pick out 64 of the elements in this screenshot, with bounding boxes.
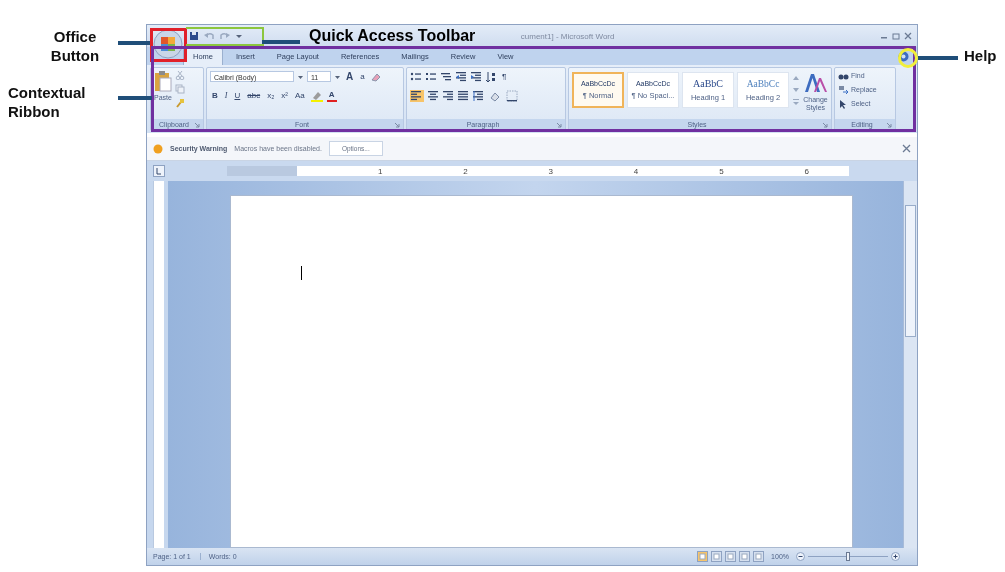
callout-label: Help (964, 46, 997, 65)
highlighter-icon[interactable] (309, 89, 324, 102)
change-styles-icon (803, 72, 828, 94)
callout-label: Contextual Ribbon (8, 83, 87, 121)
undo-icon[interactable] (203, 31, 215, 41)
align-center-icon[interactable] (427, 89, 439, 102)
vertical-scrollbar[interactable] (903, 181, 917, 548)
grow-font-button[interactable]: A (344, 70, 356, 83)
more-icon[interactable] (792, 98, 800, 106)
close-icon[interactable] (902, 144, 911, 153)
shield-icon (153, 142, 163, 155)
zoom-in-icon[interactable] (891, 552, 900, 561)
line-spacing-icon[interactable] (472, 89, 486, 102)
numbering-icon[interactable] (425, 70, 437, 83)
tab-selector-icon[interactable] (153, 165, 165, 177)
clipboard-icon (154, 70, 172, 92)
align-left-icon[interactable] (410, 89, 424, 102)
ruler-number: 1 (377, 166, 383, 176)
show-marks-button[interactable]: ¶ (500, 70, 509, 83)
save-icon[interactable] (189, 31, 199, 41)
callout-label: Office Button (49, 27, 101, 65)
restore-icon[interactable] (891, 31, 901, 41)
scroll-down-icon[interactable] (792, 86, 800, 94)
ruler-number: 4 (633, 166, 639, 176)
launcher-icon[interactable] (394, 121, 400, 128)
callout-label: Quick Access Toolbar (309, 26, 476, 45)
zoom-slider-thumb[interactable] (846, 552, 850, 561)
format-button[interactable]: B (210, 89, 220, 102)
style-preview: AaBbC (693, 78, 723, 89)
ruler-number: 5 (719, 166, 724, 176)
format-button[interactable]: abc (245, 89, 263, 102)
format-button[interactable]: I (222, 89, 230, 102)
scissors-icon[interactable] (175, 70, 185, 80)
launcher-icon[interactable] (194, 121, 200, 128)
ruler-number: 2 (463, 166, 468, 176)
multilevel-list-icon[interactable] (440, 70, 452, 83)
format-button[interactable]: Aa (292, 89, 307, 102)
format-button[interactable]: x₂ (265, 89, 277, 102)
brush-icon[interactable] (175, 98, 185, 108)
style-preview: AaBbCc (746, 78, 780, 89)
replace-icon (838, 84, 849, 95)
scroll-up-icon[interactable] (792, 74, 800, 82)
zoom-out-icon[interactable] (796, 552, 805, 561)
format-button[interactable]: U (232, 89, 243, 102)
ruler-number: 3 (548, 166, 553, 176)
redo-icon[interactable] (219, 31, 231, 41)
decrease-indent-icon[interactable] (455, 70, 467, 83)
window-title: cument1] - Microsoft Word (520, 31, 615, 41)
increase-indent-icon[interactable] (470, 70, 482, 83)
launcher-icon[interactable] (556, 121, 562, 128)
close-icon[interactable] (903, 31, 913, 41)
justify-icon[interactable] (457, 89, 469, 102)
launcher-icon[interactable] (822, 121, 828, 128)
ruler-number: 6 (804, 166, 809, 176)
borders-icon[interactable] (506, 89, 520, 102)
launcher-icon[interactable] (886, 121, 892, 128)
text-cursor (301, 266, 302, 280)
align-right-icon[interactable] (442, 89, 454, 102)
bullets-icon[interactable] (410, 70, 422, 83)
format-button[interactable]: x² (279, 89, 290, 102)
shrink-font-button[interactable]: a (358, 70, 367, 83)
sort-icon[interactable] (485, 70, 497, 83)
print-layout-icon[interactable] (697, 551, 709, 562)
font-color-button[interactable]: A (326, 89, 337, 102)
